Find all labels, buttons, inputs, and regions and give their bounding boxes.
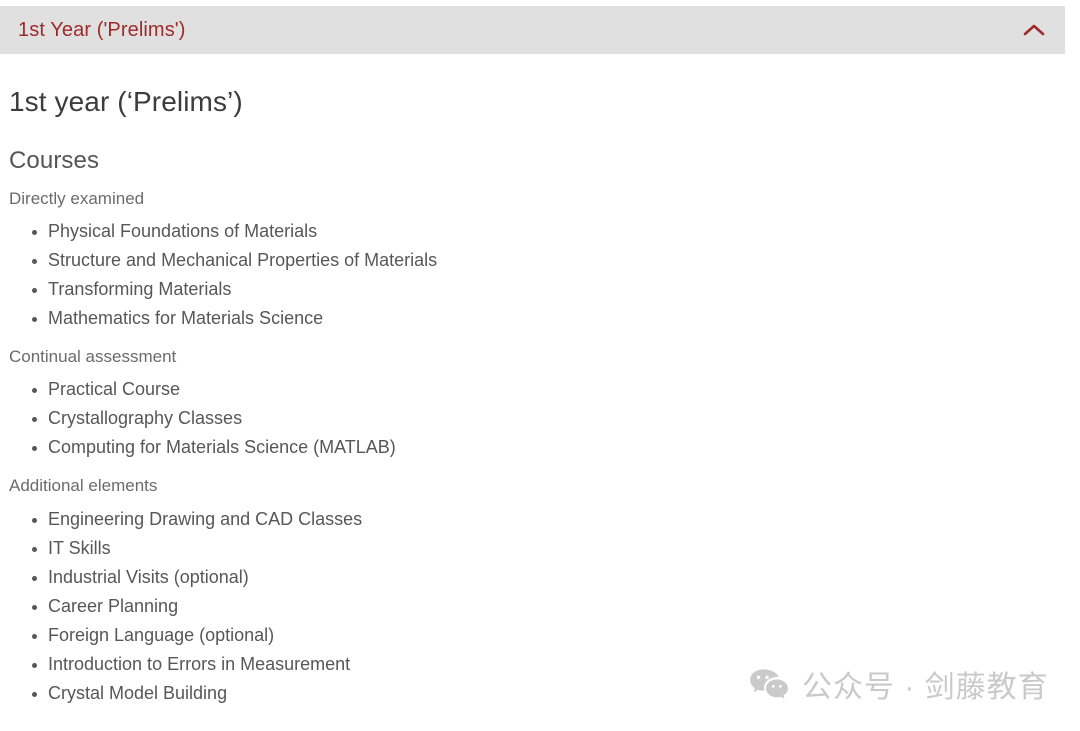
accordion-header[interactable]: 1st Year ('Prelims') — [0, 6, 1065, 54]
list-item: Career Planning — [32, 592, 1080, 621]
wechat-icon — [750, 669, 788, 699]
course-group-label: Directly examined — [9, 188, 145, 208]
list-item: Practical Course — [32, 375, 1080, 404]
section-title-courses: Courses — [9, 147, 100, 175]
watermark-text: 公众号 · 剑藤教育 — [802, 671, 1049, 704]
list-item: Computing for Materials Science (MATLAB) — [32, 433, 1080, 462]
list-item: Industrial Visits (optional) — [32, 563, 1080, 592]
list-item: Crystallography Classes — [32, 404, 1080, 433]
course-list: Practical Course Crystallography Classes… — [0, 375, 1080, 462]
list-item: Engineering Drawing and CAD Classes — [32, 505, 1080, 534]
accordion-panel: 1st year (‘Prelims’) Courses Directly ex… — [0, 54, 1080, 708]
course-list: Physical Foundations of Materials Struct… — [0, 217, 1080, 333]
chevron-up-icon — [1023, 24, 1045, 36]
accordion-title: 1st Year ('Prelims') — [18, 18, 186, 41]
course-group-label: Additional elements — [9, 476, 158, 496]
list-item: IT Skills — [32, 534, 1080, 563]
accordion-toggle-button[interactable] — [1019, 15, 1049, 45]
course-group: Continual assessment Practical Course Cr… — [0, 333, 1080, 462]
list-item: Physical Foundations of Materials — [32, 217, 1080, 246]
page-title: 1st year (‘Prelims’) — [9, 86, 243, 117]
list-item: Mathematics for Materials Science — [32, 304, 1080, 333]
list-item: Transforming Materials — [32, 275, 1080, 304]
course-group: Directly examined Physical Foundations o… — [0, 175, 1080, 333]
course-group-label: Continual assessment — [9, 347, 177, 367]
list-item: Structure and Mechanical Properties of M… — [32, 246, 1080, 275]
watermark: 公众号 · 剑藤教育 — [748, 662, 1049, 706]
list-item: Foreign Language (optional) — [32, 621, 1080, 650]
